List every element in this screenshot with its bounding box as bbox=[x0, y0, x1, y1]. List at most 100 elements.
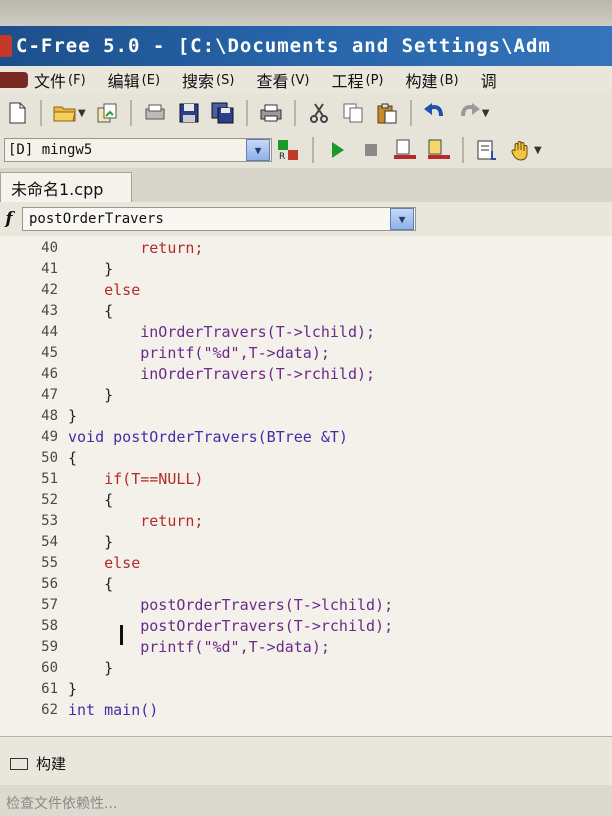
line-code: return; bbox=[68, 239, 204, 257]
new-file-icon[interactable] bbox=[5, 101, 29, 125]
function-select[interactable]: postOrderTravers ▼ bbox=[22, 207, 416, 231]
paste-icon[interactable] bbox=[375, 101, 399, 125]
code-line[interactable]: 51 if(T==NULL) bbox=[0, 469, 612, 490]
save-icon[interactable] bbox=[177, 101, 201, 125]
compiler-select[interactable]: [D] mingw5 ▼ bbox=[4, 138, 272, 162]
build-tab-label: 构建 bbox=[36, 755, 67, 773]
menu-label: 文件 bbox=[34, 72, 67, 91]
code-line[interactable]: 56 { bbox=[0, 574, 612, 595]
line-number: 59 bbox=[41, 639, 58, 655]
line-number: 44 bbox=[41, 324, 58, 340]
print-preview-icon[interactable] bbox=[143, 101, 167, 125]
line-number: 58 bbox=[41, 618, 58, 634]
open-folder-icon[interactable] bbox=[53, 101, 77, 125]
code-line[interactable]: 50 { bbox=[0, 448, 612, 469]
ide-window: C-Free 5.0 - [C:\Documents and Settings\… bbox=[0, 0, 612, 816]
menu-project[interactable]: 工程 (P) bbox=[332, 68, 384, 92]
compile-icon[interactable] bbox=[393, 138, 417, 162]
code-line[interactable]: 55 else bbox=[0, 553, 612, 574]
menu-build[interactable]: 构建 (B) bbox=[406, 68, 459, 92]
line-number: 52 bbox=[41, 492, 58, 508]
line-code: postOrderTravers(T->rchild); bbox=[68, 617, 394, 635]
menu-search[interactable]: 搜索 (S) bbox=[182, 68, 234, 92]
save-all-icon[interactable] bbox=[211, 101, 235, 125]
code-line[interactable]: 60 } bbox=[0, 658, 612, 679]
code-line[interactable]: 59 printf("%d",T->data); bbox=[0, 637, 612, 658]
panel-icon bbox=[10, 757, 28, 770]
line-code: postOrderTravers(T->lchild); bbox=[68, 596, 394, 614]
code-line[interactable]: 62 int main() bbox=[0, 700, 612, 721]
line-number: 41 bbox=[41, 261, 58, 277]
code-line[interactable]: 57 postOrderTravers(T->lchild); bbox=[0, 595, 612, 616]
build-icon[interactable] bbox=[427, 138, 451, 162]
print-icon[interactable] bbox=[259, 101, 283, 125]
code-line[interactable]: 48} bbox=[0, 406, 612, 427]
code-editor[interactable]: 40 return; 41 } 42 else 43 {44 inOrderTrave… bbox=[0, 236, 612, 736]
debug-list-icon[interactable] bbox=[475, 138, 499, 162]
toolbar-divider bbox=[409, 100, 412, 126]
code-line[interactable]: 45 printf("%d",T->data); bbox=[0, 343, 612, 364]
menu-file[interactable]: 文件 (F) bbox=[34, 68, 86, 92]
app-menu-icon[interactable] bbox=[0, 72, 28, 88]
code-line[interactable]: 49 void postOrderTravers(BTree &T) bbox=[0, 427, 612, 448]
line-number: 53 bbox=[41, 513, 58, 529]
tab-build[interactable]: 构建 bbox=[10, 753, 66, 774]
text-cursor bbox=[120, 625, 123, 645]
code-line[interactable]: 43 { bbox=[0, 301, 612, 322]
title-bar[interactable]: C-Free 5.0 - [C:\Documents and Settings\… bbox=[0, 26, 612, 66]
line-code: else bbox=[68, 281, 141, 299]
line-code: return; bbox=[68, 512, 204, 530]
code-line[interactable]: 46 inOrderTravers(T->rchild); bbox=[0, 364, 612, 385]
menu-label: 搜索 bbox=[182, 72, 215, 91]
function-icon: f bbox=[5, 209, 13, 229]
chevron-down-icon[interactable]: ▼ bbox=[246, 139, 270, 161]
menu-accel: (S) bbox=[216, 72, 235, 88]
cut-icon[interactable] bbox=[307, 101, 331, 125]
stop-icon[interactable] bbox=[359, 138, 383, 162]
menu-label: 查看 bbox=[256, 72, 289, 91]
copy-icon[interactable] bbox=[341, 101, 365, 125]
menu-edit[interactable]: 编辑 (E) bbox=[108, 68, 160, 92]
line-number: 56 bbox=[41, 576, 58, 592]
menu-view[interactable]: 查看 (V) bbox=[256, 68, 309, 92]
code-line[interactable]: 41 } bbox=[0, 259, 612, 280]
line-code: printf("%d",T->data); bbox=[68, 344, 330, 362]
menu-accel: (B) bbox=[439, 72, 459, 88]
code-line[interactable]: 42 else bbox=[0, 280, 612, 301]
line-code: } bbox=[68, 407, 78, 425]
chevron-down-icon[interactable]: ▼ bbox=[390, 208, 414, 230]
line-code: { bbox=[68, 575, 114, 593]
function-value: postOrderTravers bbox=[29, 211, 164, 227]
hand-icon[interactable] bbox=[509, 138, 533, 162]
tab-untitled-cpp[interactable]: 未命名1.cpp bbox=[0, 172, 132, 202]
menu-accel: (P) bbox=[365, 72, 384, 88]
code-line[interactable]: 58 postOrderTravers(T->rchild); bbox=[0, 616, 612, 637]
chevron-down-icon[interactable]: ▼ bbox=[534, 145, 542, 156]
toolbar-divider bbox=[40, 100, 42, 126]
line-code: } bbox=[68, 260, 114, 278]
toolbar-divider bbox=[129, 100, 132, 126]
chevron-down-icon[interactable]: ▼ bbox=[78, 108, 86, 119]
line-number: 46 bbox=[41, 366, 58, 382]
line-code: inOrderTravers(T->rchild); bbox=[68, 365, 376, 383]
menu-debug[interactable]: 调 bbox=[481, 68, 497, 92]
undo-icon[interactable] bbox=[423, 101, 447, 125]
run-icon[interactable] bbox=[325, 138, 349, 162]
code-line[interactable]: 52 { bbox=[0, 490, 612, 511]
code-line[interactable]: 61} bbox=[0, 679, 612, 700]
code-line[interactable]: 44 inOrderTravers(T->lchild); bbox=[0, 322, 612, 343]
code-line[interactable]: 40 return; bbox=[0, 238, 612, 259]
reset-compiler-icon[interactable]: R bbox=[277, 138, 301, 162]
redo-icon[interactable] bbox=[457, 101, 481, 125]
window-title: C-Free 5.0 - [C:\Documents and Settings\… bbox=[16, 35, 551, 57]
function-bar: f postOrderTravers ▼ bbox=[0, 202, 612, 237]
line-code: { bbox=[68, 302, 114, 320]
code-line[interactable]: 47 } bbox=[0, 385, 612, 406]
line-code: printf("%d",T->data); bbox=[68, 638, 330, 656]
code-line[interactable]: 53 return; bbox=[0, 511, 612, 532]
compiler-value: [D] mingw5 bbox=[8, 142, 93, 158]
code-line[interactable]: 54 } bbox=[0, 532, 612, 553]
menu-accel: (V) bbox=[290, 72, 310, 88]
chevron-down-icon[interactable]: ▼ bbox=[482, 108, 490, 119]
copy-file-icon[interactable] bbox=[95, 101, 119, 125]
